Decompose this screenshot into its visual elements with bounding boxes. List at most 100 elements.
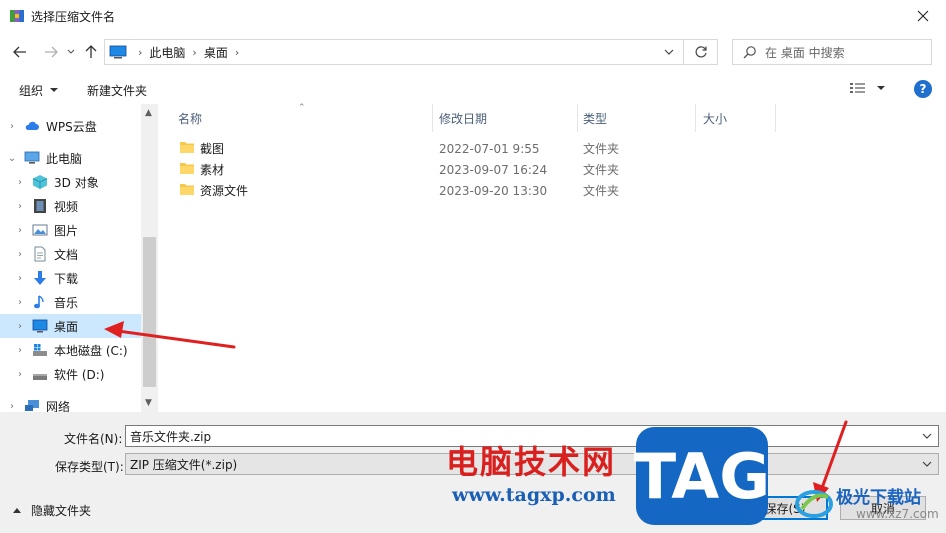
chevron-right-icon[interactable]: › (15, 249, 25, 260)
address-bar[interactable]: › 此电脑 › 桌面 › (104, 39, 684, 65)
scroll-up-icon[interactable]: ▲ (145, 108, 152, 118)
new-folder-button[interactable]: 新建文件夹 (87, 82, 147, 99)
organize-menu[interactable]: 组织 (19, 82, 59, 99)
sidebar-item-3d-objects[interactable]: › 3D 对象 (0, 170, 141, 194)
arrow-right-icon (45, 46, 58, 58)
command-toolbar: 组织 新建文件夹 ? (0, 76, 946, 104)
sidebar-item-label: 视频 (54, 199, 79, 214)
sidebar-item-label: 此电脑 (46, 151, 83, 166)
sidebar-scrollbar[interactable]: ▲ ▼ (141, 104, 158, 412)
sidebar-item-label: 3D 对象 (54, 175, 99, 190)
chevron-right-icon[interactable]: › (15, 201, 25, 212)
file-date: 2023-09-07 16:24 (439, 162, 548, 177)
column-label: 大小 (703, 111, 728, 126)
sidebar-item-label: WPS云盘 (46, 119, 97, 134)
arrow-left-icon (13, 46, 26, 58)
folder-icon (180, 163, 194, 174)
sidebar-item-label: 音乐 (54, 295, 79, 310)
breadcrumb-separator: › (192, 45, 197, 59)
recent-locations-button[interactable] (64, 39, 78, 65)
column-label: 类型 (583, 111, 608, 126)
chevron-down-icon[interactable]: ⌄ (7, 153, 17, 164)
help-button[interactable]: ? (914, 80, 932, 98)
breadcrumb-separator: › (138, 45, 143, 59)
scroll-down-icon[interactable]: ▼ (145, 398, 152, 408)
3d-objects-icon (32, 175, 48, 189)
view-options-button[interactable] (850, 82, 886, 94)
filename-input[interactable]: 音乐文件夹.zip (125, 425, 939, 447)
filetype-select[interactable]: ZIP 压缩文件(*.zip) (125, 453, 939, 475)
sidebar-item-local-disk-c[interactable]: › 本地磁盘 (C:) (0, 338, 141, 362)
file-row[interactable]: 截图 2022-07-01 9:55 文件夹 (176, 138, 936, 159)
navigation-pane: › WPS云盘 ⌄ 此电脑 › 3D 对象 › 视频 › 图片 › 文档 › 下… (0, 104, 158, 412)
sidebar-item-documents[interactable]: › 文档 (0, 242, 141, 266)
new-folder-label: 新建文件夹 (87, 83, 148, 98)
column-header-type[interactable]: 类型 (578, 104, 696, 132)
sidebar-item-label: 软件 (D:) (54, 367, 105, 382)
chevron-down-icon[interactable] (921, 457, 933, 471)
file-date: 2022-07-01 9:55 (439, 141, 540, 156)
chevron-right-icon[interactable]: › (15, 345, 25, 356)
logo-url: www.xz7.com (856, 507, 939, 521)
sidebar-item-pictures[interactable]: › 图片 (0, 218, 141, 242)
column-header-date[interactable]: 修改日期 (433, 104, 578, 132)
sidebar-item-music[interactable]: › 音乐 (0, 290, 141, 314)
hide-folders-toggle[interactable]: 隐藏文件夹 (12, 502, 91, 519)
breadcrumb: › 此电脑 › 桌面 › (131, 44, 246, 61)
chevron-right-icon[interactable]: › (15, 177, 25, 188)
sidebar-item-desktop[interactable]: › 桌面 (0, 314, 141, 338)
chevron-down-icon[interactable] (921, 429, 933, 443)
disk-c-icon (33, 344, 47, 356)
chevron-right-icon[interactable]: › (15, 297, 25, 308)
file-type: 文件夹 (583, 163, 620, 177)
sidebar-item-wps-cloud[interactable]: › WPS云盘 (0, 114, 141, 138)
file-row[interactable]: 资源文件 2023-09-20 13:30 文件夹 (176, 180, 936, 201)
scrollbar-thumb[interactable] (143, 237, 156, 387)
help-icon: ? (919, 82, 927, 96)
forward-button[interactable] (38, 39, 64, 65)
chevron-right-icon[interactable]: › (15, 369, 25, 380)
close-button[interactable] (900, 0, 946, 32)
close-icon (917, 10, 929, 22)
aurora-logo-icon (795, 490, 833, 518)
chevron-right-icon[interactable]: › (15, 273, 25, 284)
file-name: 素材 (200, 163, 225, 177)
filename-value: 音乐文件夹.zip (130, 429, 212, 444)
chevron-right-icon[interactable]: › (7, 401, 17, 412)
file-row[interactable]: 素材 2023-09-07 16:24 文件夹 (176, 159, 936, 180)
breadcrumb-item-desktop[interactable]: 桌面 (204, 44, 228, 61)
caret-down-icon (877, 86, 885, 90)
logo-brand: 极光下载站 (836, 488, 921, 508)
pictures-icon (32, 224, 48, 236)
sidebar-item-label: 文档 (54, 247, 79, 262)
download-icon (34, 271, 46, 285)
breadcrumb-item-this-pc[interactable]: 此电脑 (149, 44, 185, 61)
computer-icon (24, 151, 40, 164)
search-icon (743, 46, 756, 59)
archive-app-icon (10, 10, 24, 22)
chevron-right-icon[interactable]: › (15, 225, 25, 236)
navigation-bar: › 此电脑 › 桌面 › 在 桌面 中搜索 (0, 32, 946, 72)
chevron-right-icon[interactable]: › (15, 321, 25, 332)
sidebar-item-this-pc[interactable]: ⌄ 此电脑 (0, 146, 141, 170)
sidebar-item-network[interactable]: › 网络 (0, 394, 141, 413)
documents-icon (34, 246, 46, 262)
arrow-up-icon (85, 45, 97, 58)
chevron-down-icon[interactable] (663, 44, 675, 60)
cloud-icon (25, 121, 39, 130)
sidebar-item-videos[interactable]: › 视频 (0, 194, 141, 218)
column-header-size[interactable]: 大小 (696, 104, 776, 132)
sidebar-item-downloads[interactable]: › 下载 (0, 266, 141, 290)
back-button[interactable] (7, 39, 33, 65)
sidebar-item-software-d[interactable]: › 软件 (D:) (0, 362, 141, 386)
up-button[interactable] (78, 39, 104, 65)
search-box[interactable]: 在 桌面 中搜索 (732, 39, 932, 65)
refresh-button[interactable] (684, 39, 718, 65)
chevron-right-icon[interactable]: › (7, 121, 17, 132)
column-header-name[interactable]: 名称 (158, 104, 433, 132)
refresh-icon (695, 46, 707, 58)
video-icon (34, 199, 46, 213)
disk-d-icon (33, 374, 47, 380)
column-label: 修改日期 (439, 111, 488, 126)
title-bar: 选择压缩文件名 (0, 0, 946, 32)
